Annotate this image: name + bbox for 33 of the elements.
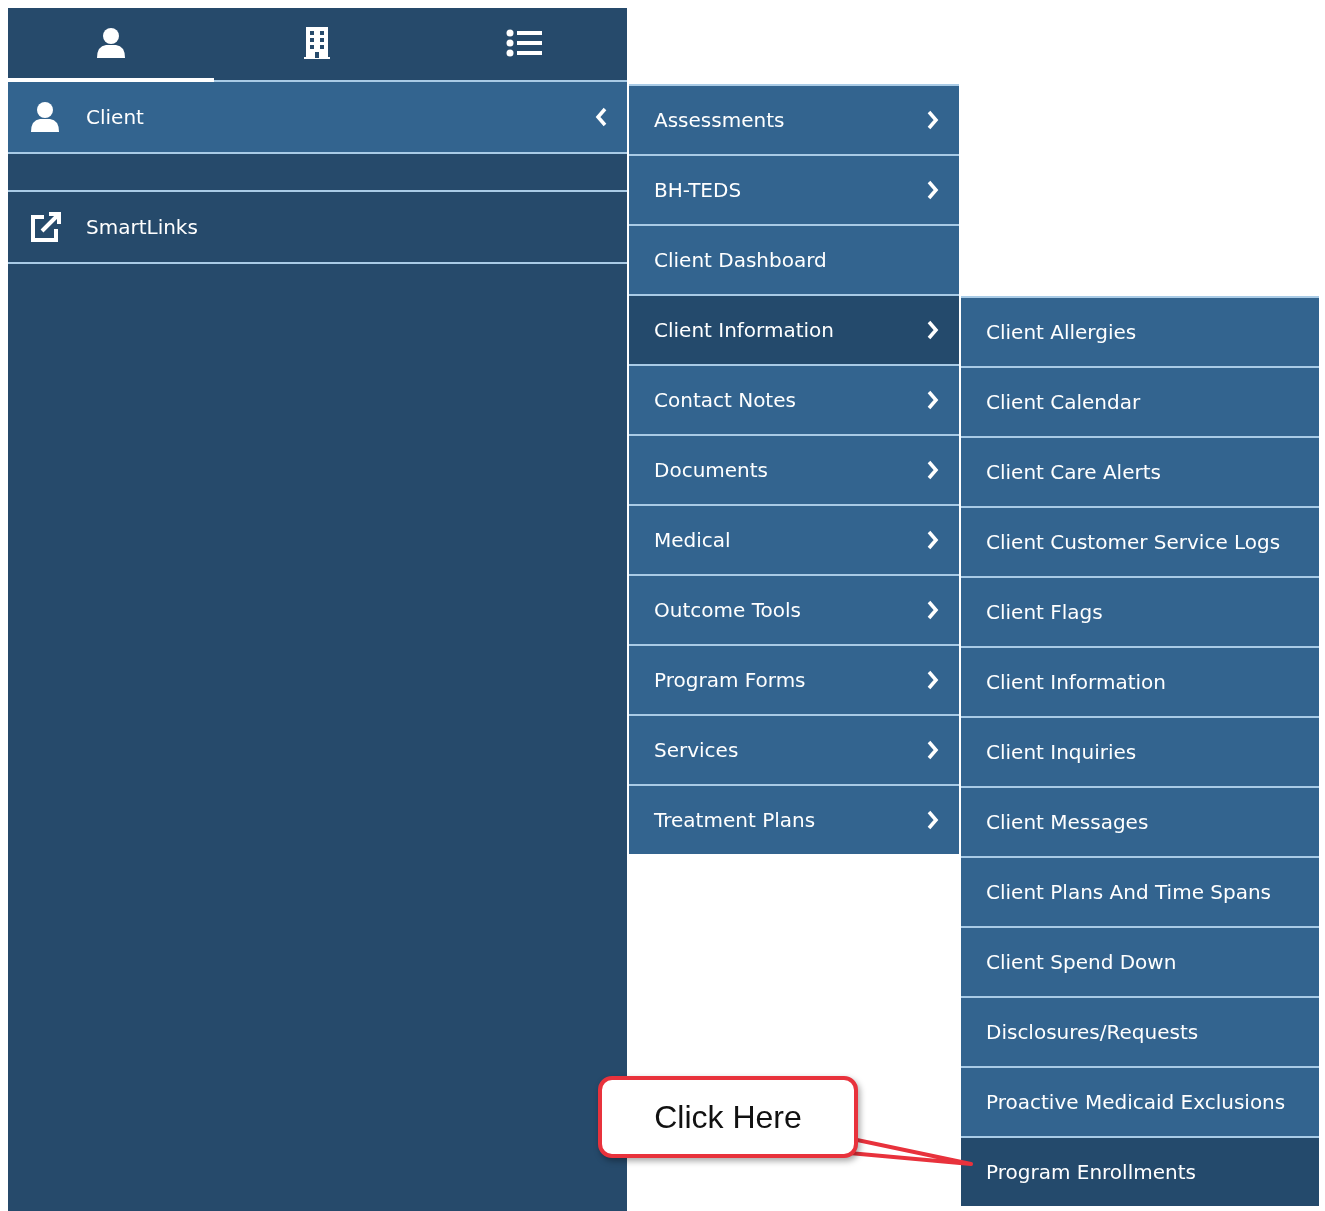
menu-item[interactable]: Program Forms [629,644,959,714]
menu-item[interactable]: Proactive Medicaid Exclusions [961,1066,1319,1136]
menu-item[interactable]: Client Spend Down [961,926,1319,996]
menu-item[interactable]: BH-TEDS [629,154,959,224]
menu-item[interactable]: Client Care Alerts [961,436,1319,506]
menu-item[interactable]: Client Allergies [961,296,1319,366]
chevron-left-icon [595,107,607,127]
menu-item[interactable]: Client Inquiries [961,716,1319,786]
callout: Click Here [598,1076,858,1158]
menu-item[interactable]: Client Information [961,646,1319,716]
menu-item[interactable]: Client Flags [961,576,1319,646]
menu-item[interactable]: Client Dashboard [629,224,959,294]
building-icon [303,27,332,59]
menu-item[interactable]: Client Information [629,294,959,364]
sidebar-item[interactable]: SmartLinks [8,192,627,264]
menu-item[interactable]: Disclosures/Requests [961,996,1319,1066]
menu-item[interactable]: Client Customer Service Logs [961,506,1319,576]
menu-item[interactable]: Client Messages [961,786,1319,856]
menu-item[interactable]: Treatment Plans [629,784,959,854]
menu-item[interactable]: Outcome Tools [629,574,959,644]
sidebar-item[interactable]: Client [8,82,627,154]
menu-item[interactable]: Medical [629,504,959,574]
menu-item[interactable]: Assessments [629,84,959,154]
person-icon [30,101,60,133]
menu-item[interactable]: Services [629,714,959,784]
menu-item[interactable]: Documents [629,434,959,504]
menu-item[interactable]: Client Plans And Time Spans [961,856,1319,926]
menu-item[interactable]: Client Calendar [961,366,1319,436]
menu-item[interactable]: Contact Notes [629,364,959,434]
menu-item[interactable]: Program Enrollments [961,1136,1319,1206]
person-icon [96,27,127,59]
list-icon [505,29,542,57]
external-link-icon [30,211,64,243]
